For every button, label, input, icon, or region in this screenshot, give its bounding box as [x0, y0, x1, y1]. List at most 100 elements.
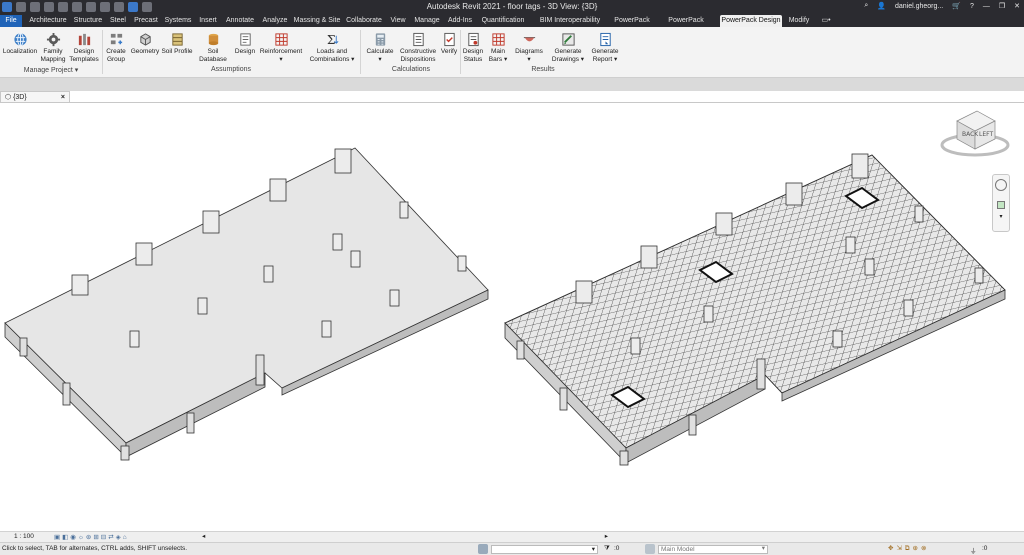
cart-icon[interactable]: 🛒: [952, 2, 961, 10]
column[interactable]: [263, 265, 274, 283]
column[interactable]: [62, 382, 71, 406]
generate-drawings-button[interactable]: Generate Drawings ▾: [551, 30, 585, 64]
wall-stub[interactable]: [785, 182, 803, 206]
steering-wheel-icon[interactable]: [995, 179, 1007, 191]
model-dropdown[interactable]: Main Model ▾: [658, 545, 768, 554]
main-bars-button[interactable]: Main Bars ▾: [486, 30, 510, 64]
column[interactable]: [120, 445, 130, 461]
user-icon[interactable]: 👤: [877, 2, 886, 10]
tab-precast[interactable]: Precast: [132, 15, 160, 27]
column[interactable]: [630, 337, 641, 355]
slab-model-right[interactable]: [504, 153, 1006, 466]
close-icon[interactable]: ✕: [1014, 2, 1020, 10]
soil-profile-button[interactable]: Soil Profile: [161, 30, 193, 56]
tab-systems[interactable]: Systems: [163, 15, 193, 27]
column[interactable]: [845, 236, 856, 254]
scroll-left-icon[interactable]: ◂: [202, 532, 205, 540]
family-mapping-button[interactable]: Family Mapping: [38, 30, 68, 64]
column[interactable]: [197, 297, 208, 315]
filter-icon[interactable]: ⧩: [604, 545, 610, 553]
nav-dropdown-icon[interactable]: ▾: [993, 213, 1009, 220]
wall-stub[interactable]: [135, 242, 153, 266]
wall-stub[interactable]: [334, 148, 352, 174]
tab-collaborate[interactable]: Collaborate: [344, 15, 384, 27]
tab-powerpack-design[interactable]: PowerPack Design: [720, 15, 782, 27]
design-templates-button[interactable]: Design Templates: [68, 30, 100, 64]
tab-bim-interoperability[interactable]: BIM Interoperability Tools: [531, 15, 609, 35]
wall-stub[interactable]: [851, 153, 869, 179]
model-canvas[interactable]: BACK LEFT: [0, 103, 1024, 531]
tab-structure[interactable]: Structure: [72, 15, 104, 27]
wall-stub[interactable]: [269, 178, 287, 202]
column[interactable]: [19, 337, 28, 357]
tab-annotate[interactable]: Annotate: [223, 15, 257, 27]
create-group-button[interactable]: Create Group: [104, 30, 128, 64]
zoom-icon[interactable]: [997, 201, 1005, 209]
tab-file[interactable]: File: [0, 15, 22, 27]
generate-report-button[interactable]: Generate Report ▾: [588, 30, 622, 64]
user-name[interactable]: daniel.gheorg...: [895, 3, 943, 10]
design-options-icon[interactable]: [645, 544, 655, 554]
column[interactable]: [688, 414, 697, 436]
design-status-button[interactable]: Design Status: [461, 30, 485, 64]
viewcube-back-face[interactable]: BACK: [962, 131, 979, 138]
wall-stub[interactable]: [575, 280, 593, 304]
localization-button[interactable]: Localization: [2, 30, 38, 56]
filter-funnel-icon[interactable]: ⏚: [970, 545, 977, 555]
column[interactable]: [350, 250, 361, 268]
tab-architecture[interactable]: Architecture: [27, 15, 69, 27]
diagrams-button[interactable]: Diagrams ▾: [512, 30, 546, 64]
tab-powerpack[interactable]: PowerPack: [612, 15, 652, 27]
reinforcement-button[interactable]: Reinforcement ▾: [258, 30, 304, 64]
column[interactable]: [756, 358, 766, 390]
diagrams-dropdown-icon[interactable]: ▾: [527, 56, 530, 63]
column[interactable]: [457, 255, 467, 272]
help-icon[interactable]: ?: [970, 3, 974, 10]
selection-toggles-icons[interactable]: ✥⇲⧉⊕⊗: [888, 544, 929, 553]
restore-icon[interactable]: ❐: [999, 2, 1005, 10]
main-bars-dropdown-icon[interactable]: ▾: [502, 56, 507, 63]
tab-quantification[interactable]: Quantification: [478, 15, 528, 27]
tab-insert[interactable]: Insert: [196, 15, 220, 27]
calculate-button[interactable]: Calculate ▾: [363, 30, 397, 64]
loads-dropdown-icon[interactable]: ▾: [349, 56, 354, 63]
group-manage-project[interactable]: Manage Project ▾: [2, 66, 100, 74]
column[interactable]: [832, 330, 843, 348]
minimize-icon[interactable]: —: [983, 3, 990, 10]
column[interactable]: [186, 412, 195, 434]
column[interactable]: [974, 267, 984, 284]
column[interactable]: [129, 330, 140, 348]
wall-stub[interactable]: [202, 210, 220, 234]
tab-powerpack-detailing[interactable]: PowerPack Detailing: [655, 15, 717, 35]
generate-report-dropdown-icon[interactable]: ▾: [612, 56, 617, 63]
column[interactable]: [321, 320, 332, 338]
column[interactable]: [332, 233, 343, 251]
tab-modify[interactable]: Modify: [785, 15, 813, 27]
scroll-right-icon[interactable]: ▸: [605, 532, 608, 540]
design-button[interactable]: Design: [233, 30, 257, 56]
worksets-icon[interactable]: [478, 544, 488, 554]
tab-add-ins[interactable]: Add-Ins: [445, 15, 475, 27]
tab-manage[interactable]: Manage: [412, 15, 442, 27]
viewcube[interactable]: BACK LEFT: [940, 110, 1010, 157]
workset-dropdown[interactable]: ▾: [491, 545, 598, 554]
slab-model-left[interactable]: [4, 147, 489, 461]
column[interactable]: [255, 354, 265, 386]
column[interactable]: [559, 387, 568, 411]
ribbon-options-icon[interactable]: ▭•: [818, 15, 834, 27]
viewcube-left-face[interactable]: LEFT: [979, 131, 993, 138]
wall-stub[interactable]: [640, 245, 658, 269]
column[interactable]: [703, 305, 714, 323]
reinforcement-dropdown-icon[interactable]: ▾: [279, 56, 282, 63]
column[interactable]: [864, 258, 875, 276]
constructive-dispositions-button[interactable]: Constructive Dispositions: [398, 30, 438, 64]
column[interactable]: [516, 340, 525, 360]
tab-analyze[interactable]: Analyze: [260, 15, 290, 27]
tab-view[interactable]: View: [387, 15, 409, 27]
calculate-dropdown-icon[interactable]: ▾: [378, 56, 381, 63]
verify-button[interactable]: Verify: [439, 30, 459, 56]
column[interactable]: [389, 289, 400, 307]
column[interactable]: [619, 450, 629, 466]
soil-database-button[interactable]: Soil Database: [193, 30, 233, 64]
column[interactable]: [903, 299, 914, 317]
